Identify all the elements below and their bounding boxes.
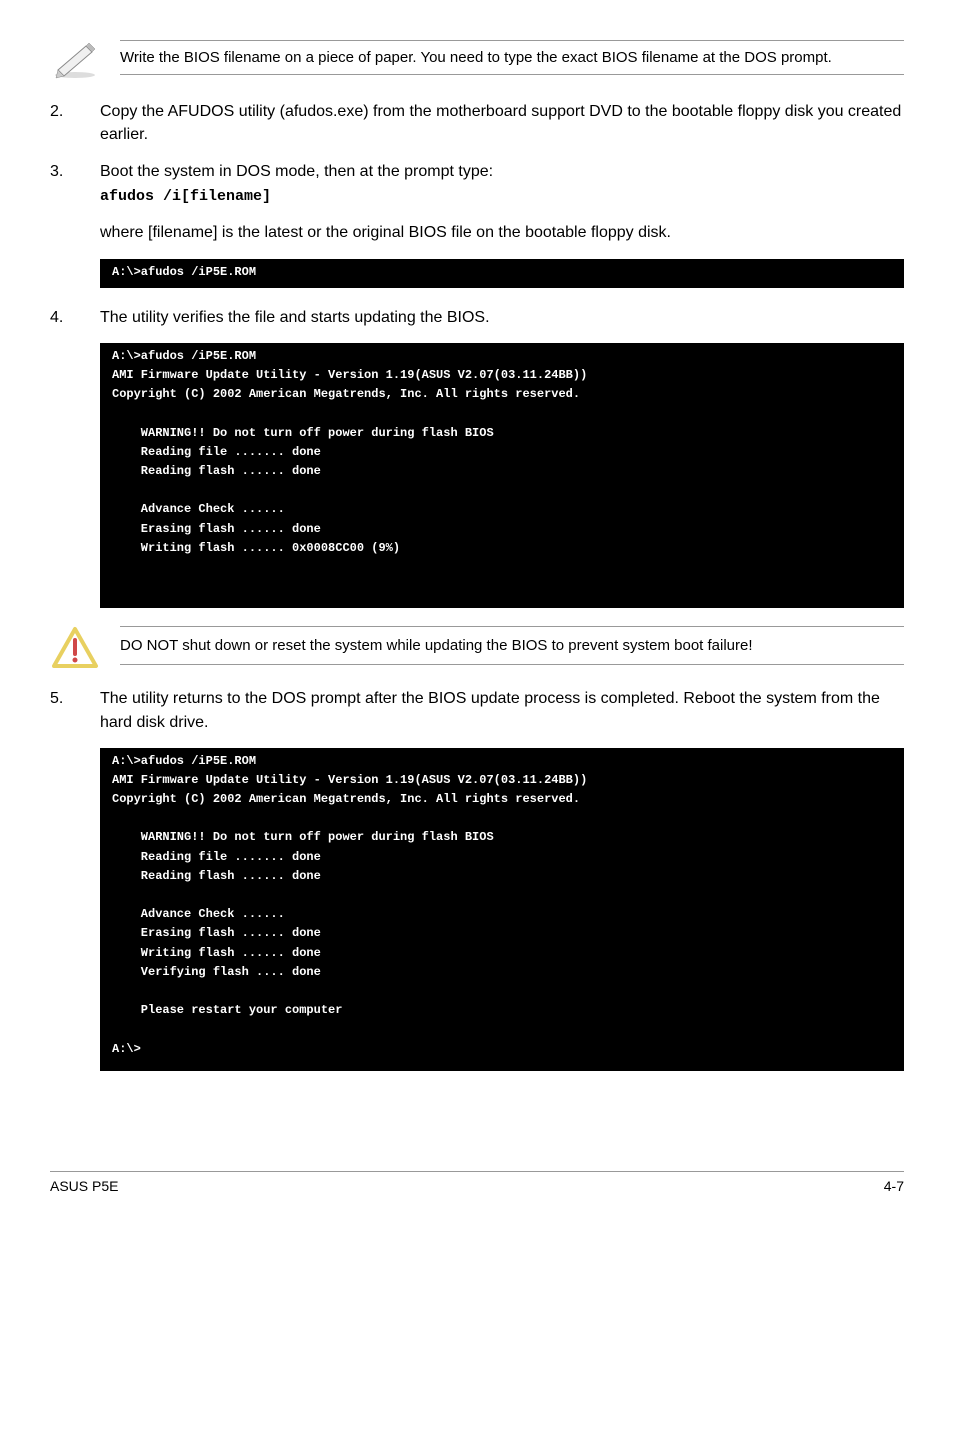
step-text: Boot the system in DOS mode, then at the… [100, 163, 493, 180]
terminal-output-3: A:\>afudos /iP5E.ROM AMI Firmware Update… [100, 748, 904, 1071]
pencil-icon [50, 40, 100, 80]
warning-row: DO NOT shut down or reset the system whi… [50, 626, 904, 671]
step-body: The utility returns to the DOS prompt af… [100, 687, 904, 733]
footer-right: 4-7 [884, 1178, 904, 1194]
step-body: Boot the system in DOS mode, then at the… [100, 160, 904, 244]
terminal-output-2: A:\>afudos /iP5E.ROM AMI Firmware Update… [100, 343, 904, 608]
note-text: Write the BIOS filename on a piece of pa… [120, 40, 904, 75]
warning-text: DO NOT shut down or reset the system whi… [120, 626, 904, 665]
step-number: 4. [50, 306, 100, 329]
warning-icon [50, 626, 100, 671]
step-4: 4. The utility verifies the file and sta… [50, 306, 904, 329]
step-5: 5. The utility returns to the DOS prompt… [50, 687, 904, 733]
page-footer: ASUS P5E 4-7 [50, 1171, 904, 1194]
step-number: 2. [50, 100, 100, 146]
step-3: 3. Boot the system in DOS mode, then at … [50, 160, 904, 244]
terminal-output-1: A:\>afudos /iP5E.ROM [100, 259, 904, 288]
step-paragraph: where [filename] is the latest or the or… [100, 221, 904, 244]
step-number: 3. [50, 160, 100, 244]
footer-left: ASUS P5E [50, 1178, 118, 1194]
command-text: afudos /i[filename] [100, 186, 904, 208]
note-row: Write the BIOS filename on a piece of pa… [50, 40, 904, 80]
step-body: The utility verifies the file and starts… [100, 306, 904, 329]
step-number: 5. [50, 687, 100, 733]
step-2: 2. Copy the AFUDOS utility (afudos.exe) … [50, 100, 904, 146]
step-body: Copy the AFUDOS utility (afudos.exe) fro… [100, 100, 904, 146]
